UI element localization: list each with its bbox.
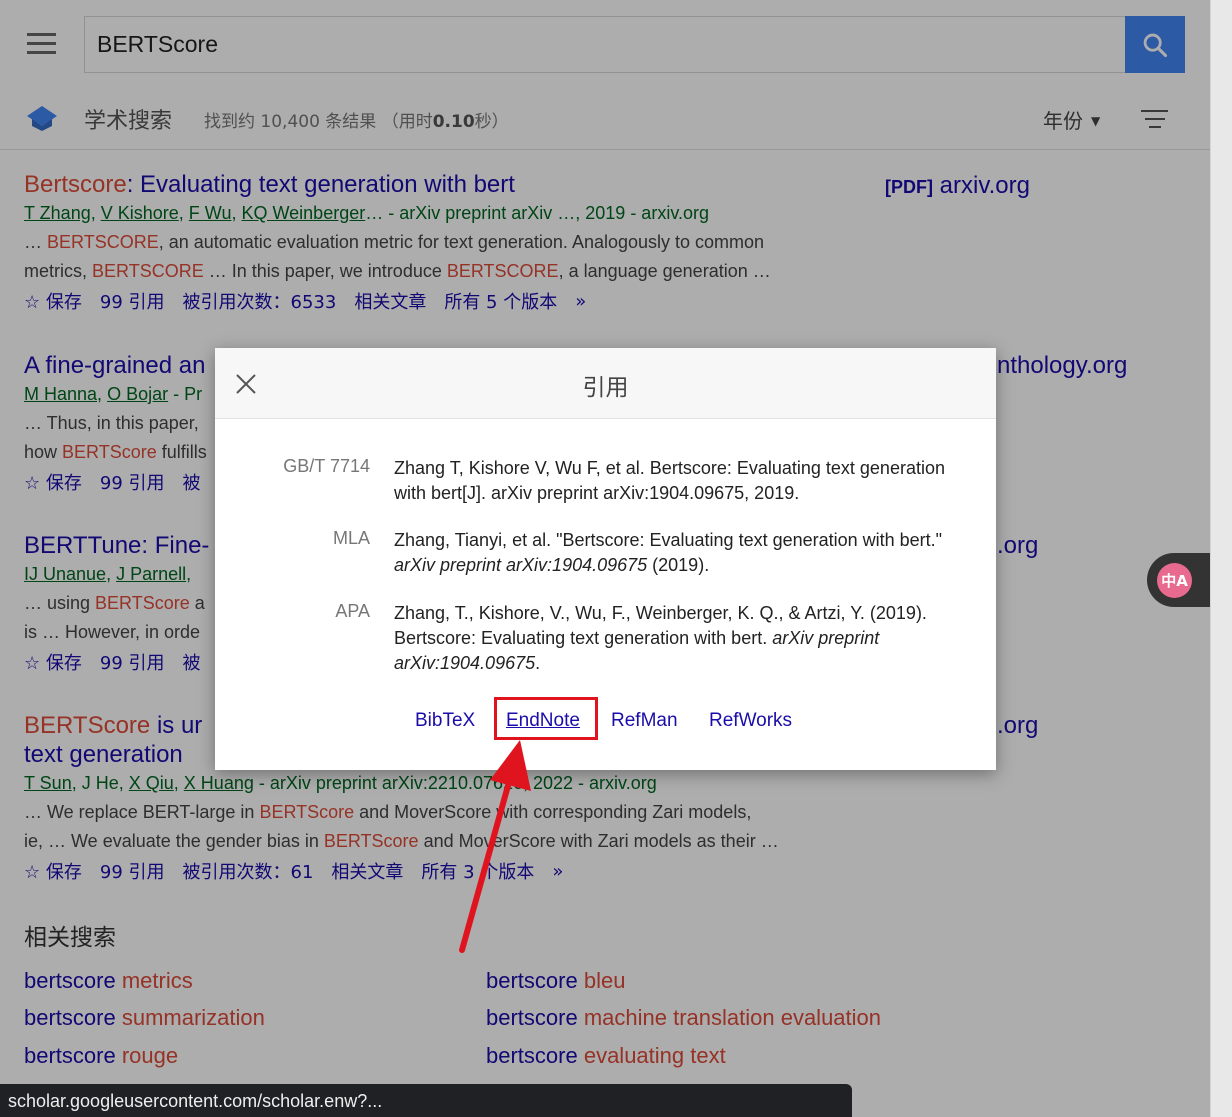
- citation-text[interactable]: Zhang, Tianyi, et al. "Bertscore: Evalua…: [394, 528, 954, 578]
- annotation-arrow-icon: [459, 740, 531, 953]
- translate-button[interactable]: 中A: [1147, 553, 1210, 607]
- citation-style-label: GB/T 7714: [283, 456, 370, 476]
- cite-dialog: 引用 GB/T 7714 Zhang T, Kishore V, Wu F, e…: [215, 348, 996, 770]
- export-refman-link[interactable]: RefMan: [611, 710, 678, 732]
- export-bibtex-link[interactable]: BibTeX: [415, 710, 475, 732]
- dialog-header: 引用: [215, 348, 996, 419]
- dialog-title: 引用: [582, 375, 629, 401]
- annotation-highlight-box: [494, 697, 598, 740]
- citation-style-label: MLA: [332, 528, 370, 548]
- citation-text[interactable]: Zhang, T., Kishore, V., Wu, F., Weinberg…: [394, 601, 954, 676]
- scrollbar[interactable]: [1210, 0, 1232, 1117]
- export-refworks-link[interactable]: RefWorks: [709, 710, 792, 732]
- citation-style-label: APA: [335, 601, 370, 621]
- citation-text[interactable]: Zhang T, Kishore V, Wu F, et al. Bertsco…: [394, 456, 954, 506]
- status-bar-url: scholar.googleusercontent.com/scholar.en…: [0, 1084, 852, 1117]
- translate-icon: 中A: [1157, 562, 1192, 598]
